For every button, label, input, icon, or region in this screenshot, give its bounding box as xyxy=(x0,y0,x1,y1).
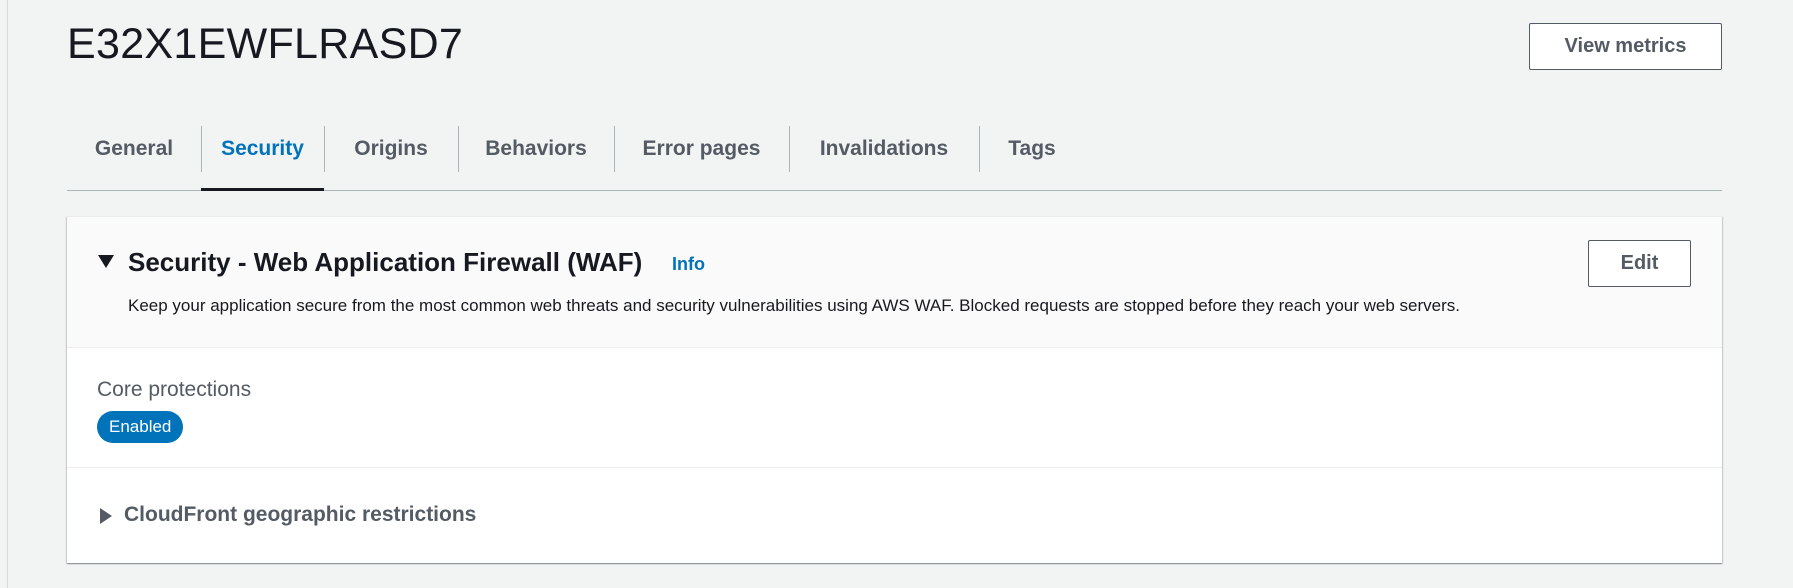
core-protections-section: Core protections Enabled xyxy=(67,348,1722,468)
caret-down-icon[interactable] xyxy=(98,255,114,268)
tab-label: Origins xyxy=(354,137,428,160)
tab-behaviors[interactable]: Behaviors xyxy=(458,118,614,190)
waf-panel-title: Security - Web Application Firewall (WAF… xyxy=(128,247,643,277)
page-left-border xyxy=(7,0,8,588)
waf-panel-header: Security - Web Application Firewall (WAF… xyxy=(67,217,1722,348)
tab-label: Security xyxy=(221,137,304,160)
tab-label: Tags xyxy=(1008,137,1056,160)
edit-button[interactable]: Edit xyxy=(1588,240,1691,287)
tab-label: Invalidations xyxy=(819,137,949,160)
info-link[interactable]: Info xyxy=(672,254,705,275)
tab-label: Error pages xyxy=(642,137,761,160)
geo-restrictions-label[interactable]: CloudFront geographic restrictions xyxy=(124,503,476,527)
core-protections-label: Core protections xyxy=(97,378,252,401)
caret-right-icon[interactable] xyxy=(100,508,112,524)
tab-invalidations[interactable]: Invalidations xyxy=(789,118,979,190)
view-metrics-button[interactable]: View metrics xyxy=(1529,23,1722,70)
distribution-detail-page: E32X1EWFLRASD7 View metrics General Secu… xyxy=(67,0,1722,588)
page-title: E32X1EWFLRASD7 xyxy=(67,20,464,68)
tab-origins[interactable]: Origins xyxy=(324,118,458,190)
waf-panel: Security - Web Application Firewall (WAF… xyxy=(67,216,1722,563)
tab-bar: General Security Origins Behaviors Error… xyxy=(67,118,1722,191)
tab-security[interactable]: Security xyxy=(201,118,324,191)
geo-restrictions-expander[interactable]: CloudFront geographic restrictions xyxy=(67,468,1722,564)
status-badge: Enabled xyxy=(97,411,184,443)
waf-panel-description: Keep your application secure from the mo… xyxy=(128,296,1460,315)
tab-label: General xyxy=(94,137,174,160)
tab-general[interactable]: General xyxy=(67,118,201,190)
tab-label: Behaviors xyxy=(485,137,587,160)
tab-tags[interactable]: Tags xyxy=(979,118,1085,190)
tab-error-pages[interactable]: Error pages xyxy=(614,118,789,190)
